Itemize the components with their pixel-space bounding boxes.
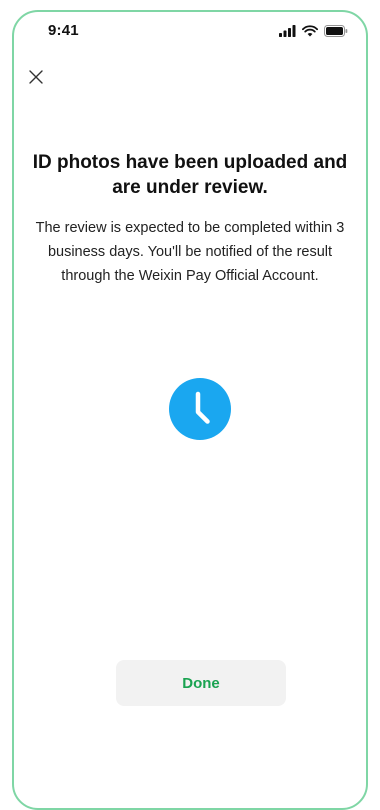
done-button[interactable]: Done	[116, 660, 286, 706]
battery-icon	[324, 25, 348, 37]
clock-icon	[168, 377, 232, 441]
close-icon	[29, 70, 43, 84]
page-title: ID photos have been uploaded and are und…	[32, 152, 348, 198]
status-icons	[279, 24, 348, 38]
status-time: 9:41	[48, 22, 79, 39]
close-button[interactable]	[26, 67, 46, 87]
wifi-icon	[302, 25, 318, 37]
review-status-content: ID photos have been uploaded and are und…	[14, 150, 366, 288]
signal-icon	[279, 25, 296, 37]
status-bar: 9:41	[14, 12, 366, 52]
phone-frame: 9:41 ID photos have been uploaded and ar…	[12, 10, 368, 810]
review-description: The review is expected to be completed w…	[35, 220, 345, 284]
